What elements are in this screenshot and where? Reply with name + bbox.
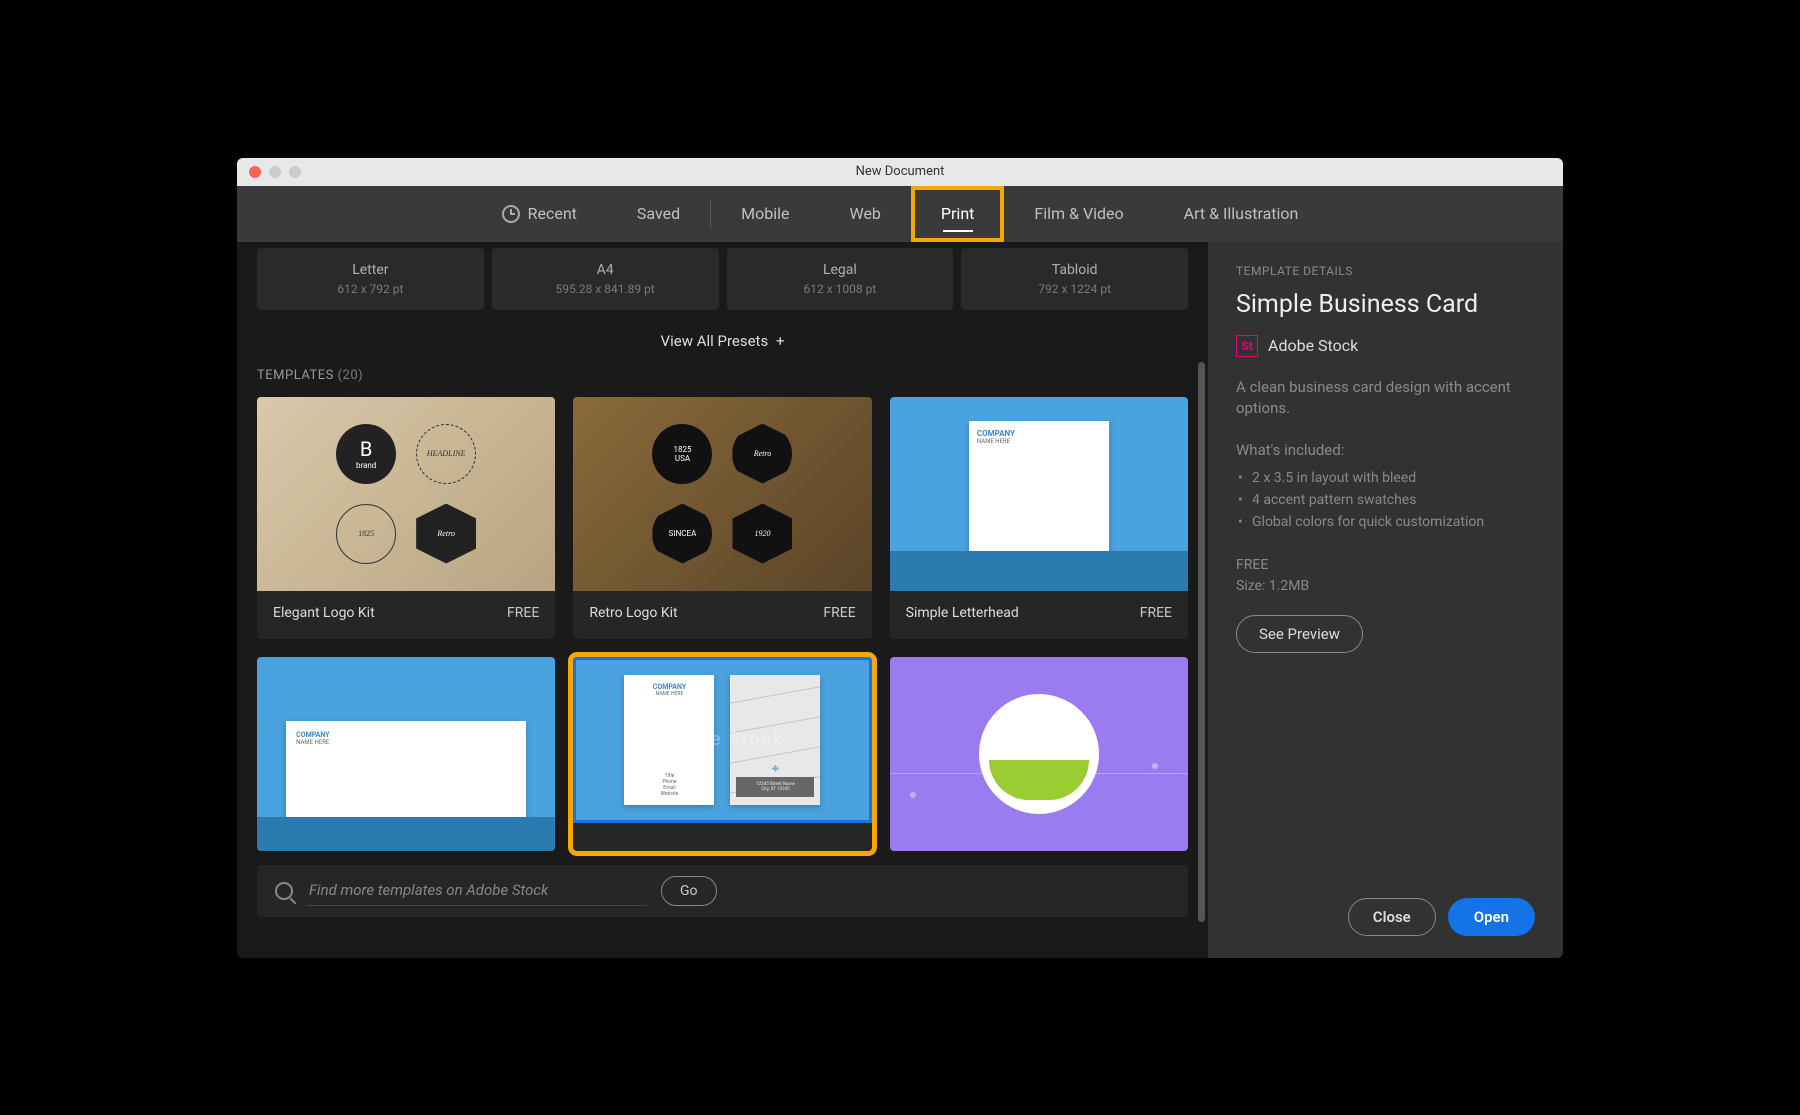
minimize-window-icon[interactable] xyxy=(269,166,281,178)
whats-included-list: 2 x 3.5 in layout with bleed 4 accent pa… xyxy=(1236,467,1535,533)
tab-label: Mobile xyxy=(741,204,789,223)
list-item: Global colors for quick customization xyxy=(1236,511,1535,533)
view-all-label: View All Presets xyxy=(661,332,769,350)
presets-row: Letter 612 x 792 pt A4 595.28 x 841.89 p… xyxy=(257,248,1188,310)
template-card-infographic[interactable] xyxy=(890,657,1188,851)
preset-tabloid[interactable]: Tabloid 792 x 1224 pt xyxy=(961,248,1188,310)
preset-name: A4 xyxy=(500,262,711,278)
list-item: 2 x 3.5 in layout with bleed xyxy=(1236,467,1535,489)
tab-label: Art & Illustration xyxy=(1184,204,1299,223)
stock-source: St Adobe Stock xyxy=(1236,335,1535,357)
close-window-icon[interactable] xyxy=(249,166,261,178)
details-heading: TEMPLATE DETAILS xyxy=(1236,264,1535,278)
templates-count: (20) xyxy=(338,368,364,383)
adobe-stock-icon: St xyxy=(1236,335,1258,357)
zoom-window-icon[interactable] xyxy=(289,166,301,178)
titlebar: New Document xyxy=(237,158,1563,186)
tab-film-video[interactable]: Film & Video xyxy=(1004,186,1153,242)
template-price: FREE xyxy=(823,605,855,621)
whats-included-label: What's included: xyxy=(1236,441,1535,459)
tab-label: Saved xyxy=(637,204,680,223)
template-card-simple-business-card[interactable]: COMPANY NAME HERE Title Phone Email Webs… xyxy=(573,657,871,851)
tab-recent[interactable]: Recent xyxy=(472,186,607,242)
templates-heading: TEMPLATES (20) xyxy=(257,368,1188,383)
template-card-elegant-logo[interactable]: Bbrand HEADLINE 1825 Retro Elegant Logo … xyxy=(257,397,555,639)
tab-label: Recent xyxy=(528,204,577,223)
main-panel[interactable]: Letter 612 x 792 pt A4 595.28 x 841.89 p… xyxy=(237,242,1208,958)
template-price: FREE xyxy=(1140,605,1172,621)
list-item: 4 accent pattern swatches xyxy=(1236,489,1535,511)
scrollbar[interactable] xyxy=(1198,362,1205,922)
template-thumbnail: COMPANY NAME HERE xyxy=(257,657,555,851)
new-document-dialog: New Document Recent Saved Mobile Web Pri… xyxy=(237,158,1563,958)
templates-label-text: TEMPLATES xyxy=(257,368,334,383)
dialog-body: Letter 612 x 792 pt A4 595.28 x 841.89 p… xyxy=(237,242,1563,958)
size-label: Size: 1.2MB xyxy=(1236,576,1535,597)
preset-name: Tabloid xyxy=(969,262,1180,278)
tab-web[interactable]: Web xyxy=(819,186,910,242)
template-grid: Bbrand HEADLINE 1825 Retro Elegant Logo … xyxy=(257,397,1188,851)
template-title: Simple Business Card xyxy=(1236,290,1535,319)
window-title: New Document xyxy=(856,164,945,179)
template-thumbnail: 1825USA Retro SINCEA 1920 xyxy=(573,397,871,591)
template-card-retro-logo[interactable]: 1825USA Retro SINCEA 1920 Retro Logo Kit… xyxy=(573,397,871,639)
dialog-actions: Close Open xyxy=(1236,898,1535,936)
preset-size: 792 x 1224 pt xyxy=(969,282,1180,296)
stock-search-bar: Go xyxy=(257,865,1188,917)
search-icon xyxy=(275,882,293,900)
template-price: FREE xyxy=(507,605,539,621)
template-card-simple-letterhead[interactable]: COMPANY NAME HERE Simple Letterhead FREE xyxy=(890,397,1188,639)
preset-name: Legal xyxy=(735,262,946,278)
tab-label: Print xyxy=(941,204,974,223)
view-all-presets-button[interactable]: View All Presets + xyxy=(257,332,1188,350)
close-button[interactable]: Close xyxy=(1348,898,1436,936)
preset-size: 612 x 1008 pt xyxy=(735,282,946,296)
stock-source-label: Adobe Stock xyxy=(1268,336,1358,355)
preset-name: Letter xyxy=(265,262,476,278)
template-card-simple-envelope[interactable]: COMPANY NAME HERE xyxy=(257,657,555,851)
see-preview-button[interactable]: See Preview xyxy=(1236,615,1363,653)
template-thumbnail xyxy=(890,657,1188,851)
details-panel: TEMPLATE DETAILS Simple Business Card St… xyxy=(1208,242,1563,958)
price-label: FREE xyxy=(1236,555,1535,576)
preset-legal[interactable]: Legal 612 x 1008 pt xyxy=(727,248,954,310)
recent-icon xyxy=(502,205,520,223)
tab-print[interactable]: Print xyxy=(911,186,1004,242)
template-thumbnail: Bbrand HEADLINE 1825 Retro xyxy=(257,397,555,591)
map-pin-icon: ⌖ xyxy=(772,761,780,777)
template-thumbnail: COMPANY NAME HERE xyxy=(890,397,1188,591)
category-tabbar: Recent Saved Mobile Web Print Film & Vid… xyxy=(237,186,1563,242)
plus-icon: + xyxy=(776,332,785,350)
go-button[interactable]: Go xyxy=(661,876,717,906)
tab-saved[interactable]: Saved xyxy=(607,186,710,242)
template-description: A clean business card design with accent… xyxy=(1236,377,1535,419)
stock-search-input[interactable] xyxy=(307,875,647,906)
template-name: Simple Letterhead xyxy=(906,605,1019,621)
open-button[interactable]: Open xyxy=(1448,898,1535,936)
tab-label: Web xyxy=(849,204,880,223)
stock-watermark: Adobe Stock xyxy=(661,729,785,750)
preset-letter[interactable]: Letter 612 x 792 pt xyxy=(257,248,484,310)
template-meta: FREE Size: 1.2MB xyxy=(1236,555,1535,597)
traffic-lights xyxy=(237,166,301,178)
tab-art-illustration[interactable]: Art & Illustration xyxy=(1154,186,1329,242)
preset-a4[interactable]: A4 595.28 x 841.89 pt xyxy=(492,248,719,310)
template-thumbnail: COMPANY NAME HERE Title Phone Email Webs… xyxy=(573,657,871,823)
preset-size: 612 x 792 pt xyxy=(265,282,476,296)
template-name: Elegant Logo Kit xyxy=(273,605,375,621)
tab-label: Film & Video xyxy=(1034,204,1123,223)
preset-size: 595.28 x 841.89 pt xyxy=(500,282,711,296)
tab-mobile[interactable]: Mobile xyxy=(711,186,819,242)
template-name: Retro Logo Kit xyxy=(589,605,677,621)
